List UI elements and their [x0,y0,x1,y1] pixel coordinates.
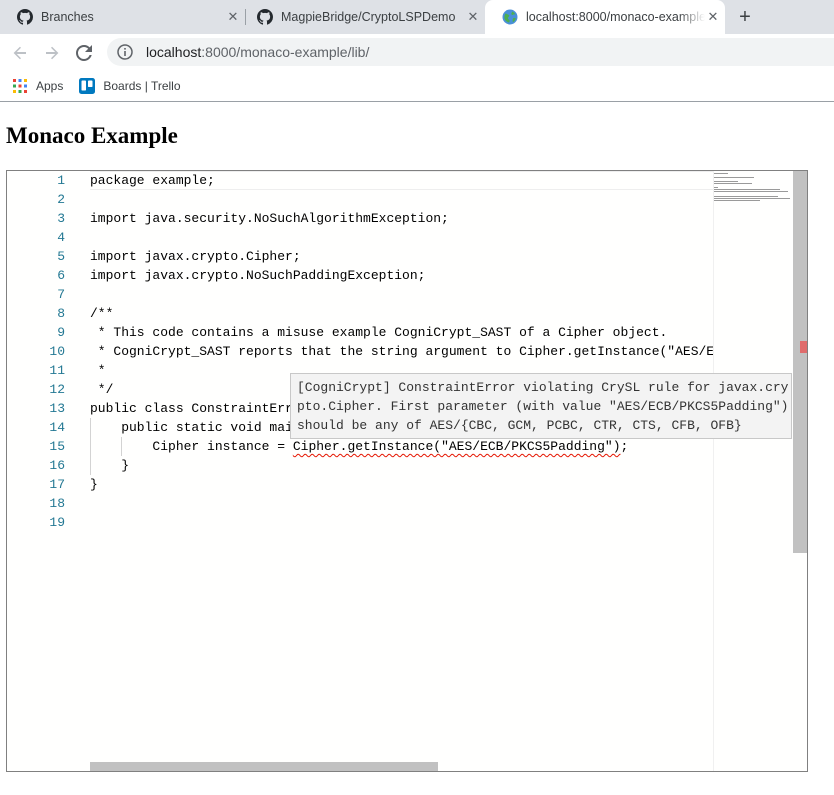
code-line: } [90,458,130,473]
code-line: public class ConstraintErr [90,401,293,416]
page-title: Monaco Example [6,123,178,148]
line-number: 10 [49,344,65,359]
url-text: localhost:8000/monaco-example/lib/ [146,44,369,60]
code-line: import java.security.NoSuchAlgorithmExce… [90,211,449,226]
line-number: 16 [49,458,65,473]
close-tab-icon[interactable]: ✕ [705,9,721,25]
tab-title: Branches [41,10,94,24]
line-number: 4 [57,230,65,245]
forward-button[interactable] [41,42,63,64]
trello-icon [79,78,96,94]
hover-line: pto.Cipher. First parameter (with value … [297,399,789,414]
line-number: 6 [57,268,65,283]
minimap-line [714,183,752,184]
minimap-line [714,189,780,190]
close-tab-icon[interactable]: ✕ [225,9,241,25]
code-line: } [90,477,98,492]
arrow-right-icon [46,46,59,60]
line-number-gutter: 1 2 3 4 5 6 7 8 9 10 11 12 13 14 15 16 1… [7,171,71,771]
code-area[interactable]: package example; import java.security.No… [90,171,713,771]
error-squiggle[interactable]: Cipher.getInstance("AES/ECB/PKCS5Padding… [293,439,621,454]
hover-line: [CogniCrypt] ConstraintError violating C… [297,380,789,395]
code-line: import javax.crypto.Cipher; [90,249,301,264]
line-number: 9 [57,325,65,340]
code-line: */ [90,382,114,397]
line-number: 19 [49,515,65,530]
minimap-line [714,198,790,199]
bookmark-trello[interactable]: Boards | Trello [79,74,181,98]
diagnostic-hover-tooltip: [CogniCrypt] ConstraintError violating C… [290,373,792,439]
line-number: 11 [49,363,65,378]
code-editor[interactable]: 1 2 3 4 5 6 7 8 9 10 11 12 13 14 15 16 1… [6,170,808,772]
apps-grid-icon [13,79,27,93]
tab-strip: Branches ✕ MagpieBridge/CryptoLSPDemo ✕ … [0,0,834,34]
tab-title: MagpieBridge/CryptoLSPDemo [281,10,456,24]
line-number: 5 [57,249,65,264]
minimap-line [714,173,728,174]
minimap-line [714,181,738,182]
back-button[interactable] [9,42,31,64]
bookmark-label: Apps [36,79,64,93]
vertical-scrollbar[interactable] [793,171,807,771]
code-line: package example; [90,173,215,188]
code-line: import javax.crypto.NoSuchPaddingExcepti… [90,268,426,283]
arrow-left-icon [13,46,26,60]
info-icon[interactable] [117,44,133,60]
address-bar[interactable]: localhost:8000/monaco-example/lib/ [107,38,834,66]
url-path: :8000/monaco-example/lib/ [201,44,370,60]
tab-cryptolspdemo[interactable]: MagpieBridge/CryptoLSPDemo ✕ [240,0,485,34]
minimap-line [714,196,778,197]
tab-monaco-example[interactable]: localhost:8000/monaco-example ✕ [485,0,725,34]
line-number: 13 [49,401,65,416]
horizontal-scroll-thumb[interactable] [90,762,438,771]
line-number: 1 [57,173,65,188]
minimap-line [714,177,754,178]
github-icon [17,9,33,25]
minimap-line [714,200,760,201]
line-number: 15 [49,439,65,454]
error-overview-marker [800,341,807,353]
minimap-line [714,187,718,188]
bookmarks-bar: Apps Boards | Trello [0,71,834,102]
bookmark-apps[interactable]: Apps [12,74,63,98]
github-icon [257,9,273,25]
browser-toolbar: localhost:8000/monaco-example/lib/ [0,34,834,71]
hover-line: should be any of AES/{CBC, GCM, PCBC, CT… [297,418,742,433]
code-line: * [90,363,106,378]
code-line: /** [90,306,114,321]
code-line: public static void mai [90,420,293,435]
code-line: * CogniCrypt_SAST reports that the strin… [90,344,713,359]
tab-title: localhost:8000/monaco-example [526,10,705,24]
code-text: ; [620,439,629,454]
reload-icon [76,45,92,61]
globe-icon [502,9,518,25]
line-number: 2 [57,192,65,207]
line-number: 18 [49,496,65,511]
line-number: 17 [49,477,65,492]
minimap[interactable] [713,171,793,771]
line-number: 8 [57,306,65,321]
line-number: 3 [57,211,65,226]
code-line-error: Cipher instance = Cipher.getInstance("AE… [90,437,628,456]
url-host: localhost [146,44,202,60]
line-number: 12 [49,382,65,397]
code-text: Cipher instance = [90,439,293,454]
code-line: * This code contains a misuse example Co… [90,325,668,340]
reload-button[interactable] [73,42,95,64]
close-tab-icon[interactable]: ✕ [465,9,481,25]
line-number: 14 [49,420,65,435]
new-tab-button[interactable]: + [735,6,755,28]
bookmark-label: Boards | Trello [103,79,181,93]
minimap-line [714,191,788,192]
tab-branches[interactable]: Branches ✕ [0,0,245,34]
line-number: 7 [57,287,65,302]
vertical-scroll-thumb[interactable] [793,171,807,553]
